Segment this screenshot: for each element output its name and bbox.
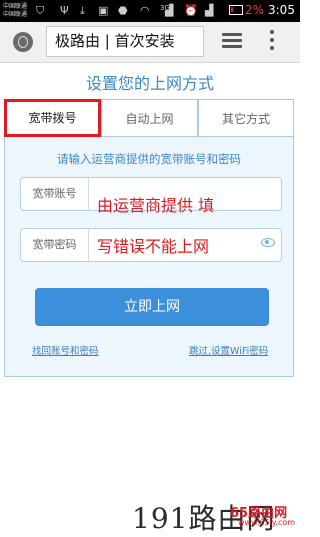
battery-icon xyxy=(229,5,243,15)
watermark-url: www.65ly.com xyxy=(238,518,296,527)
clock: 3:05 xyxy=(268,3,295,17)
tab-broadband-dialup[interactable]: 宽带拨号 xyxy=(4,99,101,137)
show-password-eye-icon[interactable] xyxy=(261,238,275,247)
usb-icon: Ψ xyxy=(60,4,69,17)
notification-icon: ⬣ xyxy=(118,4,128,17)
alarm-icon: ⏰ xyxy=(184,4,198,17)
download-icon: ⤓ xyxy=(80,4,85,17)
more-menu-icon[interactable] xyxy=(268,30,276,54)
shield-icon: ⛉ xyxy=(36,4,45,17)
page-title: 设置您的上网方式 xyxy=(85,74,214,93)
url-bar[interactable]: 极路由 | 首次安装 xyxy=(46,26,204,57)
annotation-line-2: 写错误不能上网 xyxy=(97,237,210,256)
account-label: 宽带账号 xyxy=(21,178,89,210)
recover-account-link[interactable]: 找回账号和密码 xyxy=(32,343,99,357)
dialup-form-panel: 请输入运营商提供的宽带账号和密码 宽带账号 宽带密码 由运营商提供 填 写错误不… xyxy=(4,137,294,377)
status-bar: 中国联通 中国联通 ⛉ Ψ ⤓ ▣ ⬣ ◠ 3G ▟ ⏰ ▟ 2% 3:05 xyxy=(0,0,300,22)
tab-auto-connect[interactable]: 自动上网 xyxy=(101,99,198,137)
tab-other-methods[interactable]: 其它方式 xyxy=(198,99,294,137)
screenshot-icon: ▣ xyxy=(98,4,109,17)
signal-icon-1: ▟ xyxy=(165,4,174,17)
signal-icon-2: ▟ xyxy=(205,4,214,17)
battery-percent: 2% xyxy=(245,3,265,17)
globe-icon[interactable] xyxy=(13,32,33,52)
connect-now-button[interactable]: 立即上网 xyxy=(35,288,269,326)
connection-type-tabs: 宽带拨号 自动上网 其它方式 xyxy=(4,99,294,137)
browser-toolbar: 极路由 | 首次安装 xyxy=(0,22,300,63)
carrier-label-1: 中国联通 xyxy=(3,3,28,10)
carrier-label-2: 中国联通 xyxy=(3,11,28,18)
form-hint: 请输入运营商提供的宽带账号和密码 xyxy=(57,152,241,166)
wifi-icon: ◠ xyxy=(140,4,150,17)
password-label: 宽带密码 xyxy=(21,229,89,261)
skip-to-wifi-link[interactable]: 跳过,设置WiFi密码 xyxy=(189,343,268,357)
annotation-line-1: 由运营商提供 填 xyxy=(97,196,215,215)
tabs-icon[interactable] xyxy=(222,33,242,51)
